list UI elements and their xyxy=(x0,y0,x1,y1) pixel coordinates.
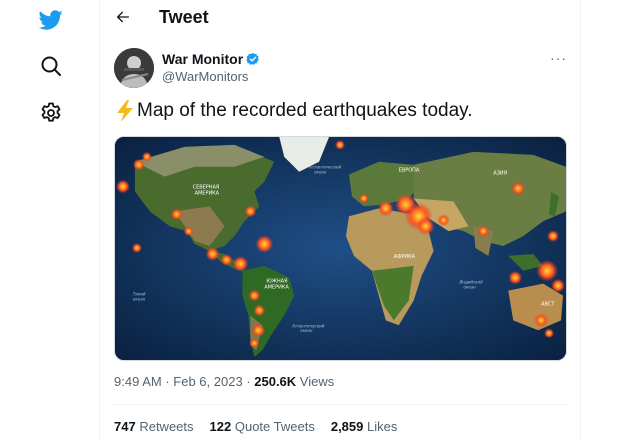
verified-icon xyxy=(246,52,259,65)
back-arrow-icon[interactable] xyxy=(112,6,134,28)
map-label-australia: АВСТ xyxy=(541,301,555,307)
quote-tweets-label: Quote Tweets xyxy=(234,419,315,434)
likes-label: Likes xyxy=(367,419,398,434)
likes-link[interactable]: 2,859 Likes xyxy=(331,419,398,434)
tweet-body: Map of the recorded earthquakes today. xyxy=(137,100,473,121)
more-icon[interactable]: ··· xyxy=(550,50,567,66)
map-label-africa: АФРИКА xyxy=(394,254,416,260)
map-label-atlantic-south-2: океан xyxy=(300,328,313,333)
author-name[interactable]: War Monitor xyxy=(162,51,260,67)
avatar[interactable] xyxy=(114,48,154,88)
likes-count: 2,859 xyxy=(330,419,364,434)
tweet-media-image[interactable]: СЕВЕРНАЯ АМЕРИКА ЮЖНАЯ АМЕРИКА ЕВРОПА АЗ… xyxy=(114,136,567,361)
author-handle[interactable]: @WarMonitors xyxy=(162,69,248,84)
tweet-timestamp: 9:49 AM · Feb 6, 2023 · 250.6K Views xyxy=(114,374,334,389)
tweet-text: Map of the recorded earthquakes today. xyxy=(114,99,473,123)
author-name-text[interactable]: War Monitor xyxy=(162,51,243,67)
engagement-stats: 747 Retweets 122 Quote Tweets 2,859 Like… xyxy=(114,419,397,434)
left-navigation-rail xyxy=(0,0,100,439)
retweets-label: Retweets xyxy=(139,419,194,434)
tweet-time[interactable]: 9:49 AM xyxy=(114,374,162,389)
map-label-europe: ЕВРОПА xyxy=(399,168,420,174)
tweet-detail-column: Tweet War Monitor @WarMonitors ··· Map o… xyxy=(100,0,581,439)
lightning-bolt-icon xyxy=(117,100,133,122)
map-label-indian-2: океан xyxy=(463,285,476,290)
views-label: Views xyxy=(299,374,335,389)
map-label-pacific-2: океан xyxy=(133,297,146,302)
tweet-date[interactable]: Feb 6, 2023 xyxy=(173,374,242,389)
map-label-atlantic-north-2: океан xyxy=(314,170,327,175)
quote-tweets-count: 122 xyxy=(209,419,232,434)
twitter-logo-icon[interactable] xyxy=(37,6,65,34)
quote-tweets-link[interactable]: 122 Quote Tweets xyxy=(210,419,315,434)
map-label-asia: АЗИЯ xyxy=(493,171,507,177)
views-count: 250.6K xyxy=(254,374,297,389)
page-header: Tweet xyxy=(100,0,581,38)
earthquake-map: СЕВЕРНАЯ АМЕРИКА ЮЖНАЯ АМЕРИКА ЕВРОПА АЗ… xyxy=(115,137,566,360)
map-label-south-america-2: АМЕРИКА xyxy=(264,285,289,291)
page-title: Tweet xyxy=(159,7,209,27)
settings-icon[interactable] xyxy=(37,99,65,127)
map-label-north-america-2: АМЕРИКА xyxy=(195,190,220,196)
retweets-count: 747 xyxy=(114,419,136,434)
search-icon[interactable] xyxy=(37,52,65,80)
divider xyxy=(114,404,567,405)
retweets-link[interactable]: 747 Retweets xyxy=(114,419,194,434)
